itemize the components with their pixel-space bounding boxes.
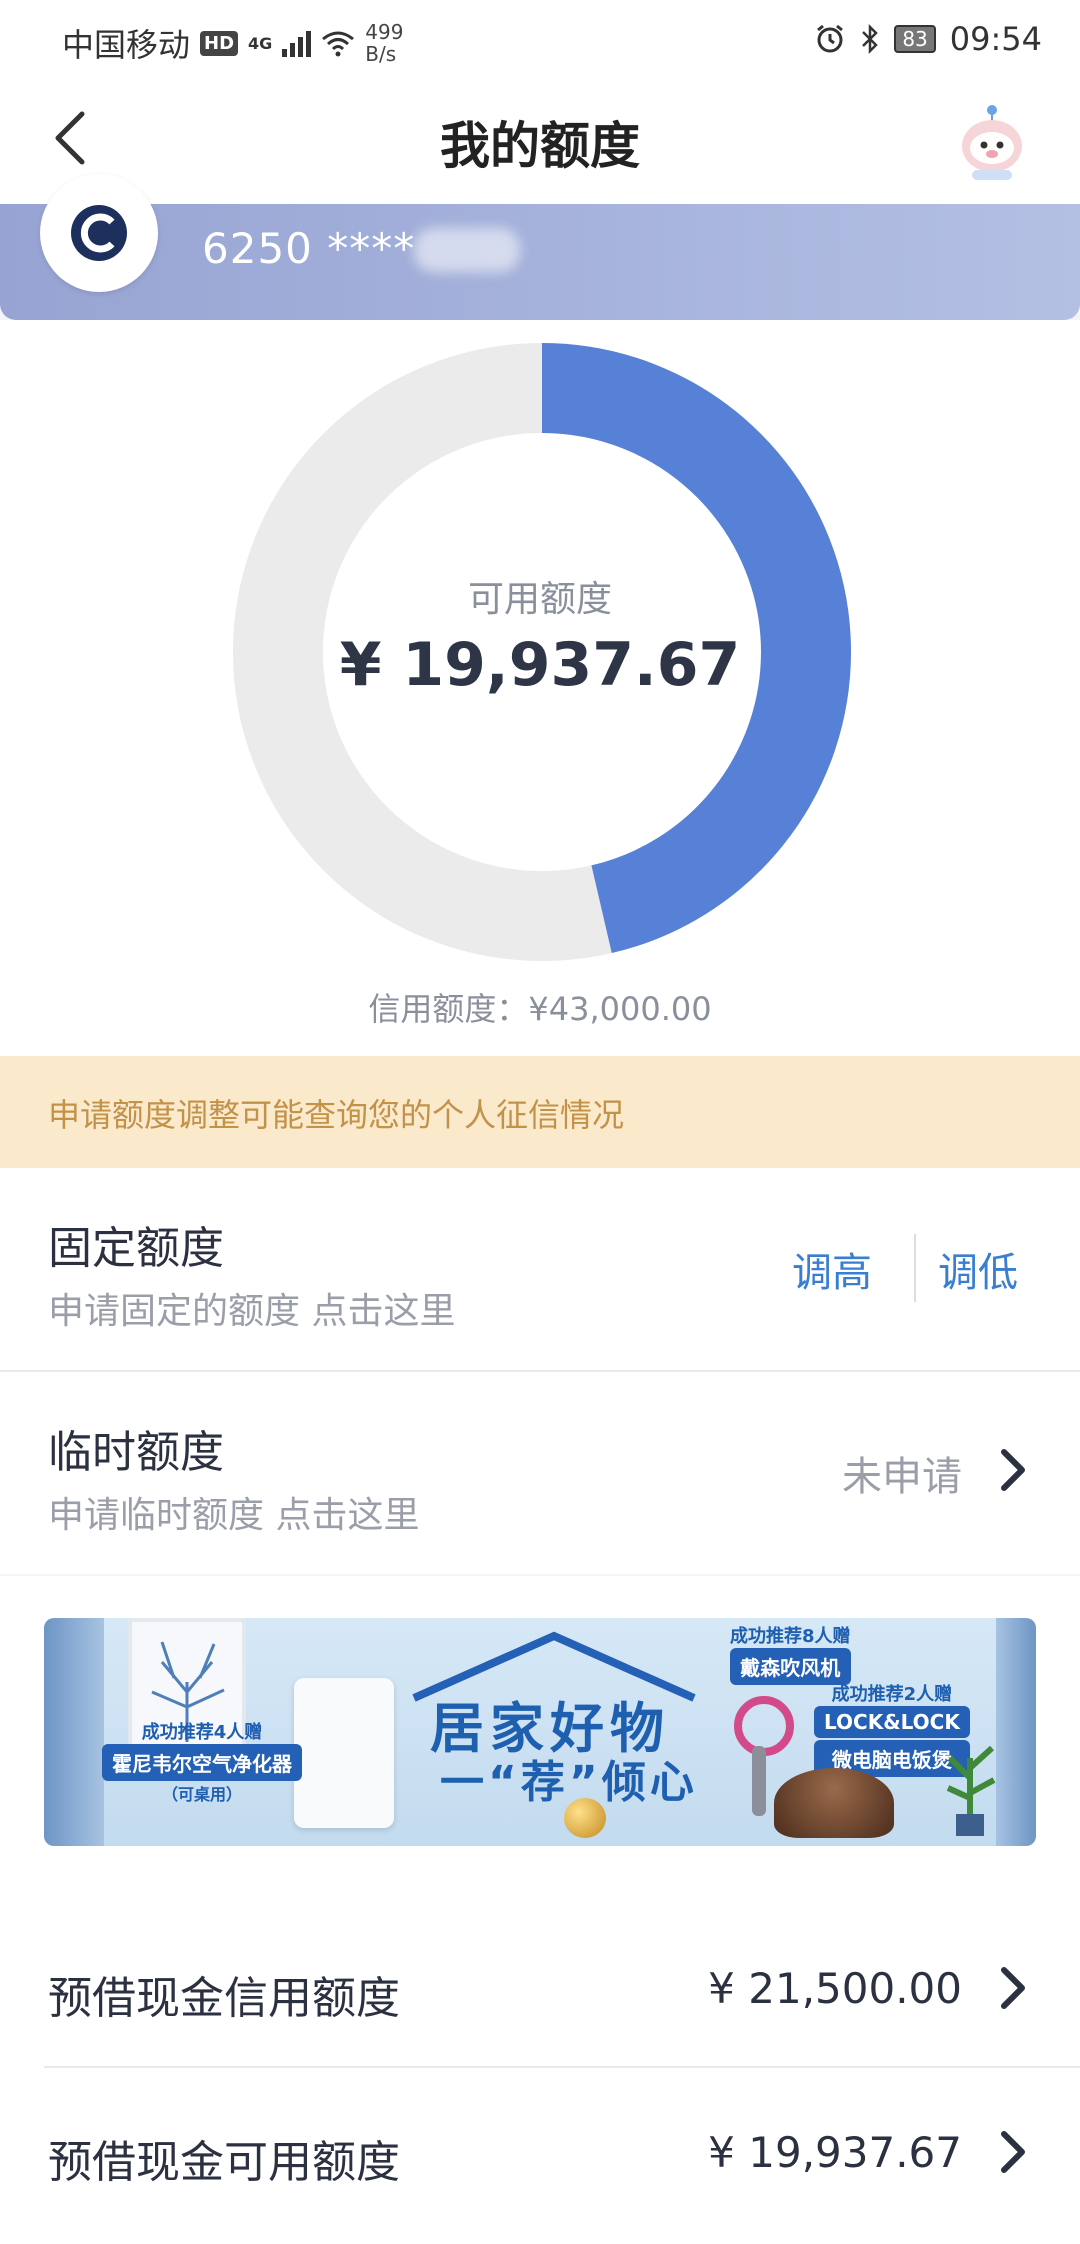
assistant-robot-icon[interactable] (952, 102, 1032, 182)
available-quota-label: 可用额度 (467, 579, 612, 620)
credit-card-strip[interactable]: 6250 **** (0, 174, 1080, 320)
right-gift-tag-1: 成功推荐8人赠 戴森吹风机 (730, 1622, 851, 1685)
status-right: 83 09:54 (814, 20, 1042, 58)
available-quota-value: ¥ 19,937.67 (339, 630, 741, 700)
quota-overview: 可用额度 ¥ 19,937.67 信用额度：¥43,000.00 (0, 320, 1080, 1056)
net-speed-unit: B/s (365, 42, 397, 66)
promo-banner-section: 成功推荐4人赠 霍尼韦尔空气净化器 （可桌用） 居家好物 一“荐”倾心 成功推荐… (0, 1576, 1080, 1906)
chevron-right-icon (1001, 1967, 1025, 2009)
credit-notice-banner: 申请额度调整可能查询您的个人征信情况 (0, 1056, 1080, 1168)
chevron-right-icon (1001, 2131, 1025, 2173)
increase-quota-button[interactable]: 调高 (792, 1240, 872, 1298)
card-number-redacted (414, 228, 520, 272)
credit-limit-text: 信用额度：¥43,000.00 (368, 990, 712, 1028)
card-number: 6250 **** (202, 224, 416, 273)
signal-icon (282, 29, 312, 57)
left-gift-tag-top: 成功推荐4人赠 (141, 1722, 263, 1743)
banner-subline: 一“荐”倾心 (440, 1757, 698, 1808)
plant-image (946, 1745, 996, 1836)
fixed-quota-subtitle[interactable]: 申请固定的额度 点击这里 (48, 1282, 455, 1334)
bank-logo (40, 174, 158, 292)
left-gift-tag: 成功推荐4人赠 霍尼韦尔空气净化器 （可桌用） (102, 1718, 302, 1805)
fixed-quota-title: 固定额度 (48, 1223, 224, 1274)
right-gift-tag-2-top: 成功推荐2人赠 (831, 1684, 953, 1705)
wifi-icon (322, 31, 355, 57)
hair-dryer-handle (752, 1746, 766, 1816)
clock: 09:54 (949, 20, 1042, 58)
curtain-right (996, 1618, 1036, 1846)
carrier-name: 中国移动 (62, 26, 191, 64)
cash-available-label: 预借现金可用额度 (48, 2137, 400, 2188)
cash-credit-row[interactable]: 预借现金信用额度 ¥ 21,500.00 (0, 1906, 1080, 2078)
action-divider (914, 1234, 916, 1302)
chevron-right-icon (1001, 1449, 1025, 1491)
temporary-quota-subtitle: 申请临时额度 点击这里 (48, 1495, 420, 1536)
cash-available-row[interactable]: 预借现金可用额度 ¥ 19,937.67 (0, 2068, 1080, 2244)
hd-badge: HD (200, 30, 239, 56)
cash-credit-value: ¥ 21,500.00 (708, 1964, 962, 2013)
temporary-quota-title: 临时额度 (48, 1427, 224, 1478)
right-gift-tag-1-top: 成功推荐8人赠 (730, 1626, 851, 1647)
cash-available-value: ¥ 19,937.67 (708, 2128, 962, 2177)
temporary-quota-row[interactable]: 临时额度 申请临时额度 点击这里 未申请 (0, 1372, 1080, 1574)
bluetooth-icon (862, 23, 879, 55)
promo-banner[interactable]: 成功推荐4人赠 霍尼韦尔空气净化器 （可桌用） 居家好物 一“荐”倾心 成功推荐… (44, 1618, 1036, 1846)
credit-notice-text: 申请额度调整可能查询您的个人征信情况 (48, 1096, 625, 1134)
curtain-left (44, 1618, 104, 1846)
rice-cooker-image (774, 1768, 894, 1838)
temporary-quota-status: 未申请 (842, 1454, 962, 1500)
status-bar: 中国移动 HD 4G 499 B/s 83 09:54 (0, 0, 1080, 78)
left-gift-tag-note: （可桌用） (161, 1785, 242, 1804)
left-gift-tag-name: 霍尼韦尔空气净化器 (102, 1744, 302, 1781)
gold-egg-image (564, 1798, 606, 1838)
decrease-quota-button[interactable]: 调低 (938, 1240, 1018, 1298)
battery-icon: 83 (894, 25, 936, 53)
network-type: 4G (248, 33, 273, 53)
net-speed-value: 499 (365, 20, 404, 44)
page-title: 我的额度 (440, 117, 640, 175)
fixed-quota-row: 固定额度 申请固定的额度 点击这里 调高 调低 (0, 1168, 1080, 1370)
net-speed: 499 B/s (365, 21, 403, 65)
air-purifier-image (294, 1678, 394, 1828)
nav-header: 我的额度 (0, 78, 1080, 206)
cash-credit-label: 预借现金信用额度 (48, 1973, 400, 2024)
alarm-icon (817, 24, 844, 53)
status-left: 中国移动 HD 4G 499 B/s (62, 20, 403, 66)
